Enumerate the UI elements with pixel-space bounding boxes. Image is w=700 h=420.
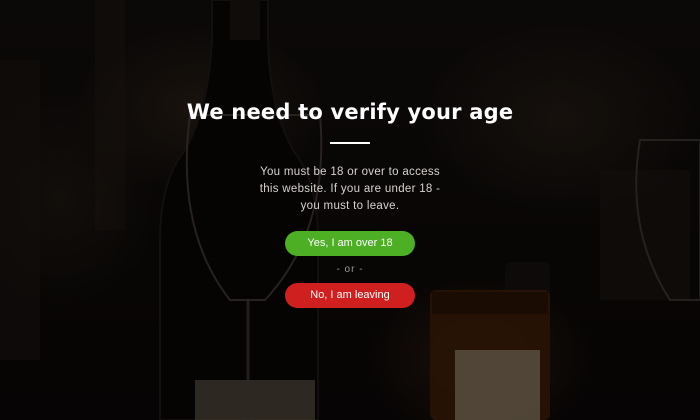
age-requirement-message: You must be 18 or over to access this we… bbox=[259, 166, 441, 212]
leave-site-button[interactable]: No, I am leaving bbox=[285, 283, 415, 308]
dialog-title: We need to verify your age bbox=[186, 100, 514, 124]
age-verification-dialog: We need to verify your age You must be 1… bbox=[150, 95, 550, 308]
confirm-over-18-button[interactable]: Yes, I am over 18 bbox=[285, 231, 415, 256]
or-separator: - or - bbox=[336, 264, 364, 275]
title-divider bbox=[330, 142, 370, 144]
